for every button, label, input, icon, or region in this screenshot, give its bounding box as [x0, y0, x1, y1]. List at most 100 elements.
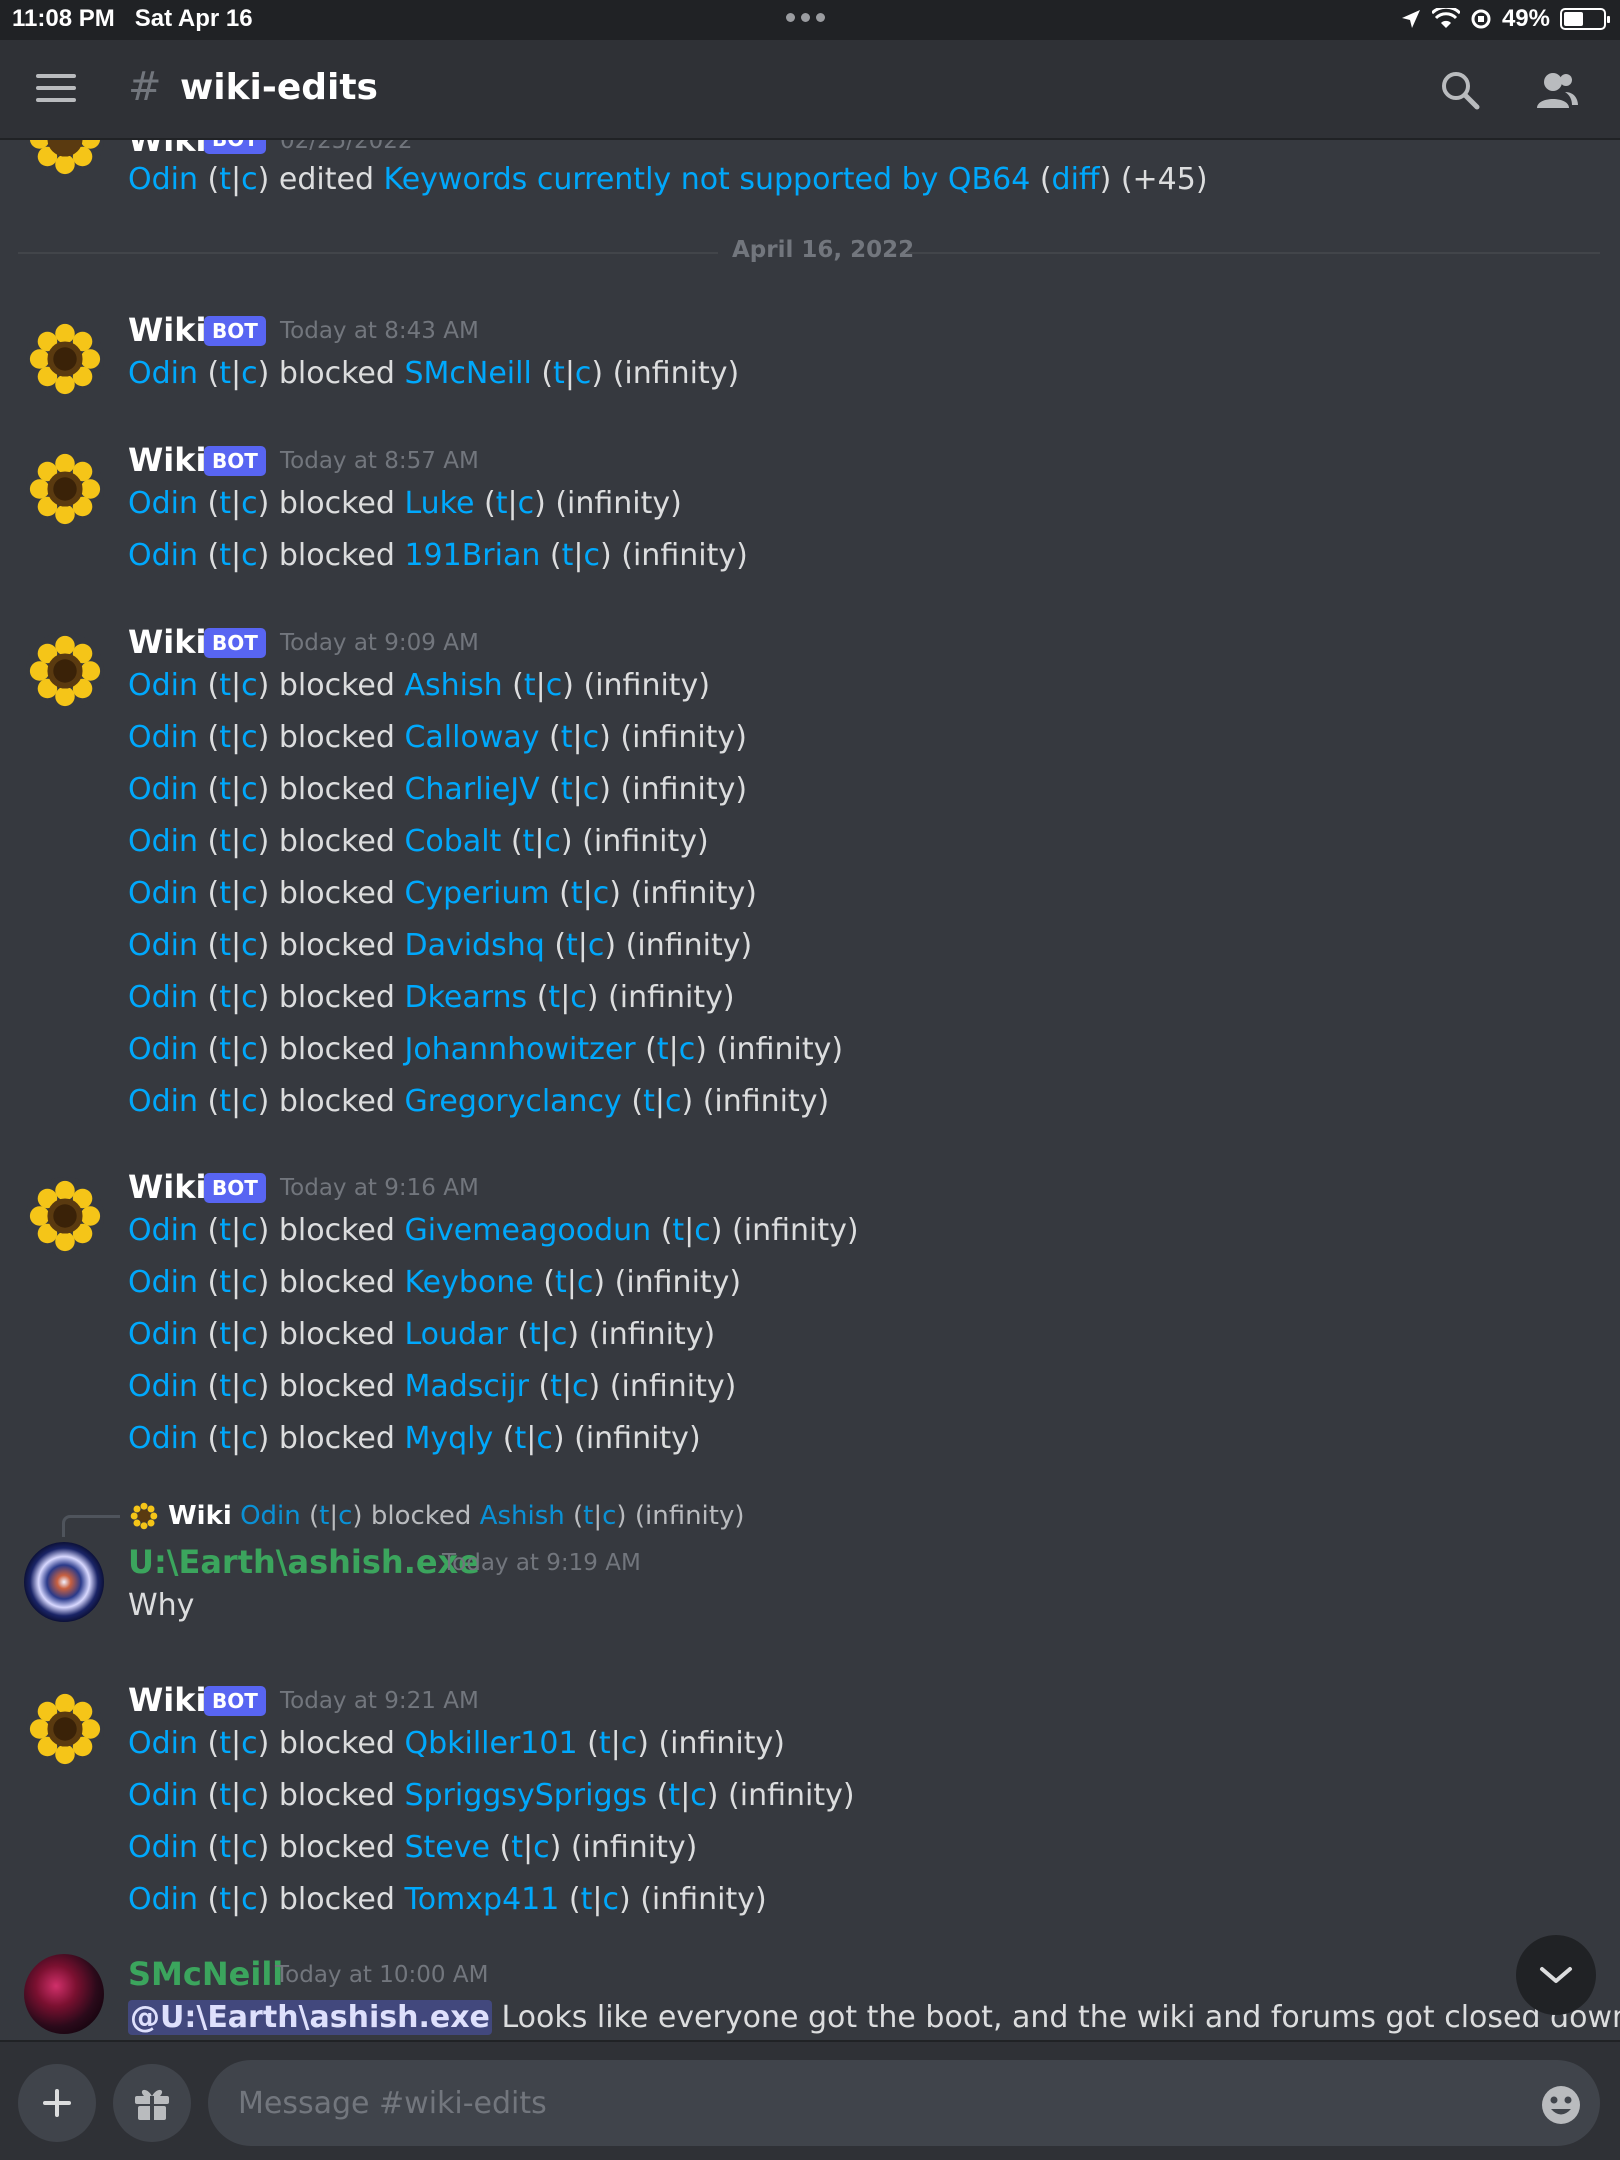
target-user-link[interactable]: Givemeagoodun [404, 1213, 651, 1248]
actor-link[interactable]: Odin [128, 1830, 198, 1865]
talk-link[interactable]: t [553, 356, 565, 391]
wiki-avatar[interactable] [26, 320, 104, 398]
target-user-link[interactable]: Madscijr [404, 1369, 528, 1404]
talk-link[interactable]: t [566, 928, 578, 963]
talk-link[interactable]: t [219, 772, 231, 807]
talk-link[interactable]: t [672, 1213, 684, 1248]
actor-link[interactable]: Odin [128, 1213, 198, 1248]
message-author[interactable]: Wiki [128, 140, 207, 160]
talk-link[interactable]: t [219, 824, 231, 859]
message-author[interactable]: U:\Earth\ashish.exe [128, 1542, 480, 1582]
talk-link[interactable]: t [219, 1369, 231, 1404]
page-link[interactable]: Keywords currently not supported by QB64 [384, 162, 1031, 197]
talk-link[interactable]: t [668, 1778, 680, 1813]
diff-link[interactable]: diff [1052, 162, 1100, 197]
talk-link[interactable]: t [219, 486, 231, 521]
wiki-avatar[interactable] [26, 1690, 104, 1768]
talk-link[interactable]: t [219, 1882, 231, 1917]
contribs-link[interactable]: c [241, 1778, 258, 1813]
talk-link[interactable]: t [523, 824, 535, 859]
actor-link[interactable]: Odin [128, 720, 198, 755]
talk-link[interactable]: t [219, 1213, 231, 1248]
search-icon[interactable] [1440, 70, 1480, 110]
talk-link[interactable]: t [219, 1265, 231, 1300]
contribs-link[interactable]: c [583, 720, 600, 755]
contribs-link[interactable]: c [544, 824, 561, 859]
actor-link[interactable]: Odin [128, 538, 198, 573]
talk-link[interactable]: t [219, 538, 231, 573]
actor-link[interactable]: Odin [128, 1265, 198, 1300]
contribs-link[interactable]: c [241, 876, 258, 911]
actor-link[interactable]: Odin [128, 928, 198, 963]
talk-link[interactable]: t [219, 1778, 231, 1813]
target-user-link[interactable]: SpriggsySpriggs [404, 1778, 647, 1813]
talk-link[interactable]: t [550, 1369, 562, 1404]
contribs-link[interactable]: c [602, 1882, 619, 1917]
message-list[interactable]: Wiki BOT 02/25/2022 Odin (t|c) edited Ke… [0, 140, 1620, 2040]
contribs-link[interactable]: c [241, 1369, 258, 1404]
contribs-link[interactable]: c [241, 1830, 258, 1865]
actor-link[interactable]: Odin [128, 876, 198, 911]
target-user-link[interactable]: SMcNeill [404, 356, 531, 391]
talk-link[interactable]: t [515, 1421, 527, 1456]
contribs-link[interactable]: c [694, 1213, 711, 1248]
target-user-link[interactable]: CharlieJV [404, 772, 539, 807]
target-user-link[interactable]: Cobalt [404, 824, 501, 859]
wiki-avatar[interactable] [26, 140, 104, 178]
talk-link[interactable]: t [219, 356, 231, 391]
message-author[interactable]: SMcNeill [128, 1954, 283, 1994]
menu-icon[interactable] [36, 74, 76, 104]
talk-link[interactable]: t [219, 668, 231, 703]
contribs-link[interactable]: c [546, 668, 563, 703]
contribs-link[interactable]: c [593, 876, 610, 911]
talk-link[interactable]: t [581, 1882, 593, 1917]
contribs-link[interactable]: c [588, 928, 605, 963]
talk-link[interactable]: t [555, 1265, 567, 1300]
user-mention[interactable]: @U:\Earth\ashish.exe [128, 2000, 492, 2035]
target-user-link[interactable]: Loudar [404, 1317, 507, 1352]
target-user-link[interactable]: Tomxp411 [404, 1882, 559, 1917]
talk-link[interactable]: t [219, 980, 231, 1015]
contribs-link[interactable]: c [241, 162, 258, 197]
message-input[interactable] [208, 2060, 1600, 2146]
talk-link[interactable]: t [643, 1084, 655, 1119]
target-user-link[interactable]: Ashish [404, 668, 502, 703]
target-user-link[interactable]: Davidshq [404, 928, 544, 963]
wiki-avatar[interactable] [26, 1177, 104, 1255]
actor-link[interactable]: Odin [128, 668, 198, 703]
talk-link[interactable]: t [657, 1032, 669, 1067]
contribs-link[interactable]: c [241, 1213, 258, 1248]
reply-avatar-sunflower-icon[interactable] [130, 1502, 158, 1530]
jump-to-bottom-button[interactable] [1516, 1935, 1596, 2015]
contribs-link[interactable]: c [518, 486, 535, 521]
actor-link[interactable]: Odin [128, 1421, 198, 1456]
target-user-link[interactable]: Myqly [404, 1421, 493, 1456]
talk-link[interactable]: t [571, 876, 583, 911]
talk-link[interactable]: t [496, 486, 508, 521]
contribs-link[interactable]: c [241, 538, 258, 573]
actor-link[interactable]: Odin [128, 1084, 198, 1119]
members-icon[interactable] [1535, 70, 1579, 110]
contribs-link[interactable]: c [241, 928, 258, 963]
contribs-link[interactable]: c [241, 1265, 258, 1300]
target-user-link[interactable]: Keybone [404, 1265, 533, 1300]
contribs-link[interactable]: c [241, 486, 258, 521]
target-user-link[interactable]: 191Brian [404, 538, 540, 573]
actor-link[interactable]: Odin [128, 356, 198, 391]
contribs-link[interactable]: c [533, 1830, 550, 1865]
target-user-link[interactable]: Qbkiller101 [404, 1726, 577, 1761]
target-user-link[interactable]: Luke [404, 486, 474, 521]
talk-link[interactable]: t [219, 1726, 231, 1761]
target-user-link[interactable]: Johannhowitzer [404, 1032, 635, 1067]
talk-link[interactable]: t [219, 1084, 231, 1119]
contribs-link[interactable]: c [570, 980, 587, 1015]
target-user-link[interactable]: Cyperium [404, 876, 549, 911]
actor-link[interactable]: Odin [128, 1032, 198, 1067]
contribs-link[interactable]: c [583, 772, 600, 807]
contribs-link[interactable]: c [241, 980, 258, 1015]
contribs-link[interactable]: c [241, 824, 258, 859]
actor-link[interactable]: Odin [128, 486, 198, 521]
talk-link[interactable]: t [219, 928, 231, 963]
actor-link[interactable]: Odin [128, 1317, 198, 1352]
actor-link[interactable]: Odin [128, 162, 198, 197]
